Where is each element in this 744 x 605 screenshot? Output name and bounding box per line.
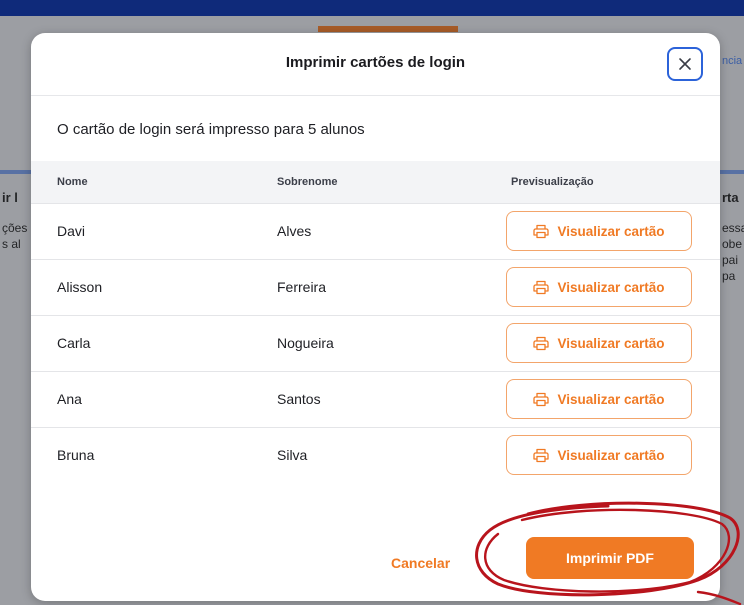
app-topbar — [0, 0, 744, 16]
cell-first-name: Davi — [57, 223, 86, 239]
table-row: Carla Nogueira Visualizar cartão — [31, 315, 720, 371]
printer-icon — [533, 336, 550, 350]
table-row: Davi Alves Visualizar cartão — [31, 203, 720, 259]
print-login-cards-modal: Imprimir cartões de login O cartão de lo… — [31, 33, 720, 601]
cell-first-name: Bruna — [57, 447, 95, 464]
printer-icon — [533, 448, 550, 462]
view-card-label: Visualizar cartão — [557, 391, 665, 407]
view-card-label: Visualizar cartão — [557, 223, 665, 239]
modal-header: Imprimir cartões de login — [31, 33, 720, 96]
view-card-button[interactable]: Visualizar cartão — [506, 211, 692, 251]
view-card-label: Visualizar cartão — [557, 279, 665, 295]
table-row: Ana Santos Visualizar cartão — [31, 371, 720, 427]
cell-last-name: Nogueira — [277, 335, 334, 351]
close-button[interactable] — [667, 47, 703, 81]
table-row: Alisson Ferreira Visualizar cartão — [31, 259, 720, 315]
cell-last-name: Alves — [277, 223, 312, 239]
students-table: Nome Sobrenome Previsualização Davi Alve… — [31, 161, 720, 483]
close-icon — [679, 58, 691, 70]
modal-title: Imprimir cartões de login — [285, 54, 466, 71]
modal-footer: Cancelar Imprimir PDF — [31, 523, 720, 601]
printer-icon — [533, 392, 550, 406]
column-header-first-name: Nome — [57, 175, 88, 188]
cell-last-name: Santos — [277, 391, 321, 407]
cell-first-name: Alisson — [57, 279, 103, 295]
cell-last-name: Silva — [277, 447, 308, 464]
view-card-button[interactable]: Visualizar cartão — [506, 435, 692, 476]
print-pdf-button[interactable]: Imprimir PDF — [526, 537, 694, 579]
cell-first-name: Ana — [57, 391, 82, 407]
view-card-label: Visualizar cartão — [557, 335, 665, 351]
view-card-button[interactable]: Visualizar cartão — [506, 379, 692, 419]
column-header-last-name: Sobrenome — [277, 175, 338, 188]
table-row: Bruna Silva Visualizar cartão — [31, 427, 720, 483]
printer-icon — [533, 280, 550, 294]
table-header-row: Nome Sobrenome Previsualização — [31, 161, 720, 203]
view-card-button[interactable]: Visualizar cartão — [506, 267, 692, 307]
cancel-button[interactable]: Cancelar — [391, 555, 450, 571]
view-card-button[interactable]: Visualizar cartão — [506, 323, 692, 363]
cell-first-name: Carla — [57, 335, 91, 351]
printer-icon — [533, 224, 550, 238]
column-header-preview: Previsualização — [511, 175, 594, 188]
view-card-label: Visualizar cartão — [557, 447, 665, 463]
modal-subtitle: O cartão de login será impresso para 5 a… — [57, 121, 365, 138]
cell-last-name: Ferreira — [277, 279, 327, 295]
